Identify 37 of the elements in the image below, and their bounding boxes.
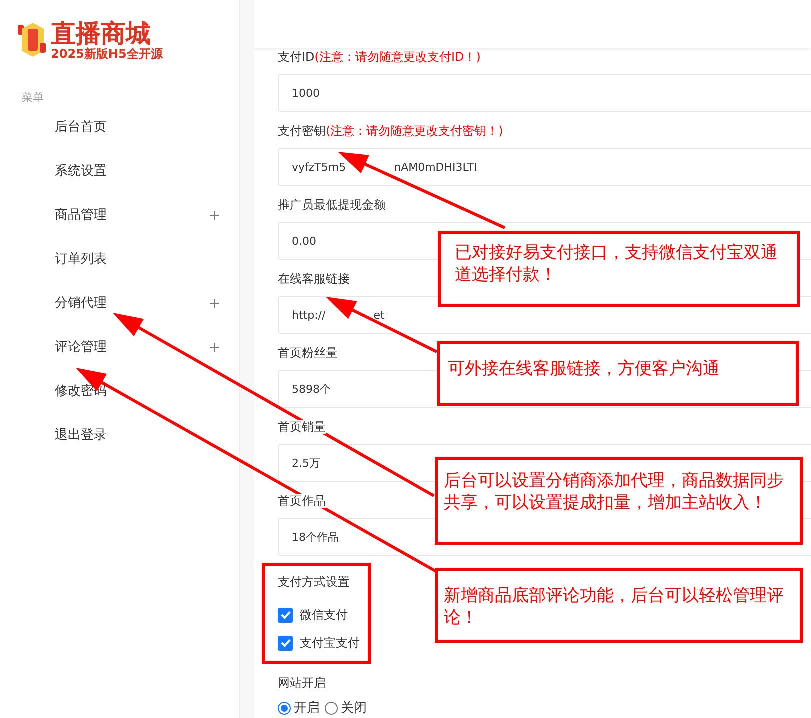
field-label: 推广员最低提现金额 bbox=[278, 198, 386, 212]
input-field[interactable]: 1000 bbox=[278, 74, 811, 112]
menu-item[interactable]: 商品管理 bbox=[0, 193, 239, 237]
menu-heading: 菜单 bbox=[22, 90, 45, 105]
annotation-tooltip: 已对接好易支付接口，支持微信支付宝双通道选择付款！ bbox=[438, 231, 800, 307]
radio-label: 开启 bbox=[294, 700, 320, 717]
plus-icon[interactable] bbox=[210, 298, 219, 308]
field-label: 首页销量 bbox=[278, 420, 326, 434]
checkbox-label: 微信支付 bbox=[300, 606, 348, 624]
menu-item[interactable]: 后台首页 bbox=[0, 105, 239, 149]
field-label: 首页粉丝量 bbox=[278, 346, 338, 360]
annotation-tooltip: 新增商品底部评论功能，后台可以轻松管理评论！ bbox=[435, 568, 803, 643]
field-label: 首页作品 bbox=[278, 494, 326, 508]
radio-button[interactable] bbox=[325, 702, 338, 714]
radio-label: 关闭 bbox=[341, 700, 367, 717]
field-label: 支付密钥(注意：请勿随意更改支付密钥！) bbox=[278, 124, 504, 138]
logo-title: 直播商城 bbox=[51, 20, 152, 46]
menu-item[interactable]: 订单列表 bbox=[0, 237, 239, 281]
plus-icon[interactable] bbox=[210, 210, 219, 220]
checkbox-label: 支付宝支付 bbox=[300, 634, 360, 652]
field-label: 在线客服链接 bbox=[278, 272, 350, 286]
radio-button[interactable] bbox=[278, 702, 291, 714]
annotation-tooltip: 后台可以设置分销商添加代理，商品数据同步共享，可以设置提成扣量，增加主站收入！ bbox=[435, 457, 803, 545]
field-label: 支付ID(注意：请勿随意更改支付ID！) bbox=[278, 50, 481, 64]
plus-icon[interactable] bbox=[210, 342, 219, 352]
lantern-badge-icon bbox=[18, 21, 48, 59]
menu-item[interactable]: 分销代理 bbox=[0, 281, 239, 325]
checkbox[interactable] bbox=[278, 608, 293, 622]
logo-subtitle: 2025新版H5全开源 bbox=[51, 46, 163, 60]
menu-item[interactable]: 系统设置 bbox=[0, 149, 239, 193]
input-field[interactable]: vyfzT5m5 nAM0mDHI3LTI bbox=[278, 148, 811, 186]
annotation-tooltip: 可外接在线客服链接，方便客户沟通 bbox=[437, 341, 799, 406]
checkbox[interactable] bbox=[278, 636, 293, 650]
field-label: 支付方式设置 bbox=[278, 575, 350, 589]
menu-item[interactable]: 评论管理 bbox=[0, 325, 239, 369]
field-label: 网站开启 bbox=[278, 676, 326, 690]
menu-item[interactable]: 退出登录 bbox=[0, 413, 239, 457]
